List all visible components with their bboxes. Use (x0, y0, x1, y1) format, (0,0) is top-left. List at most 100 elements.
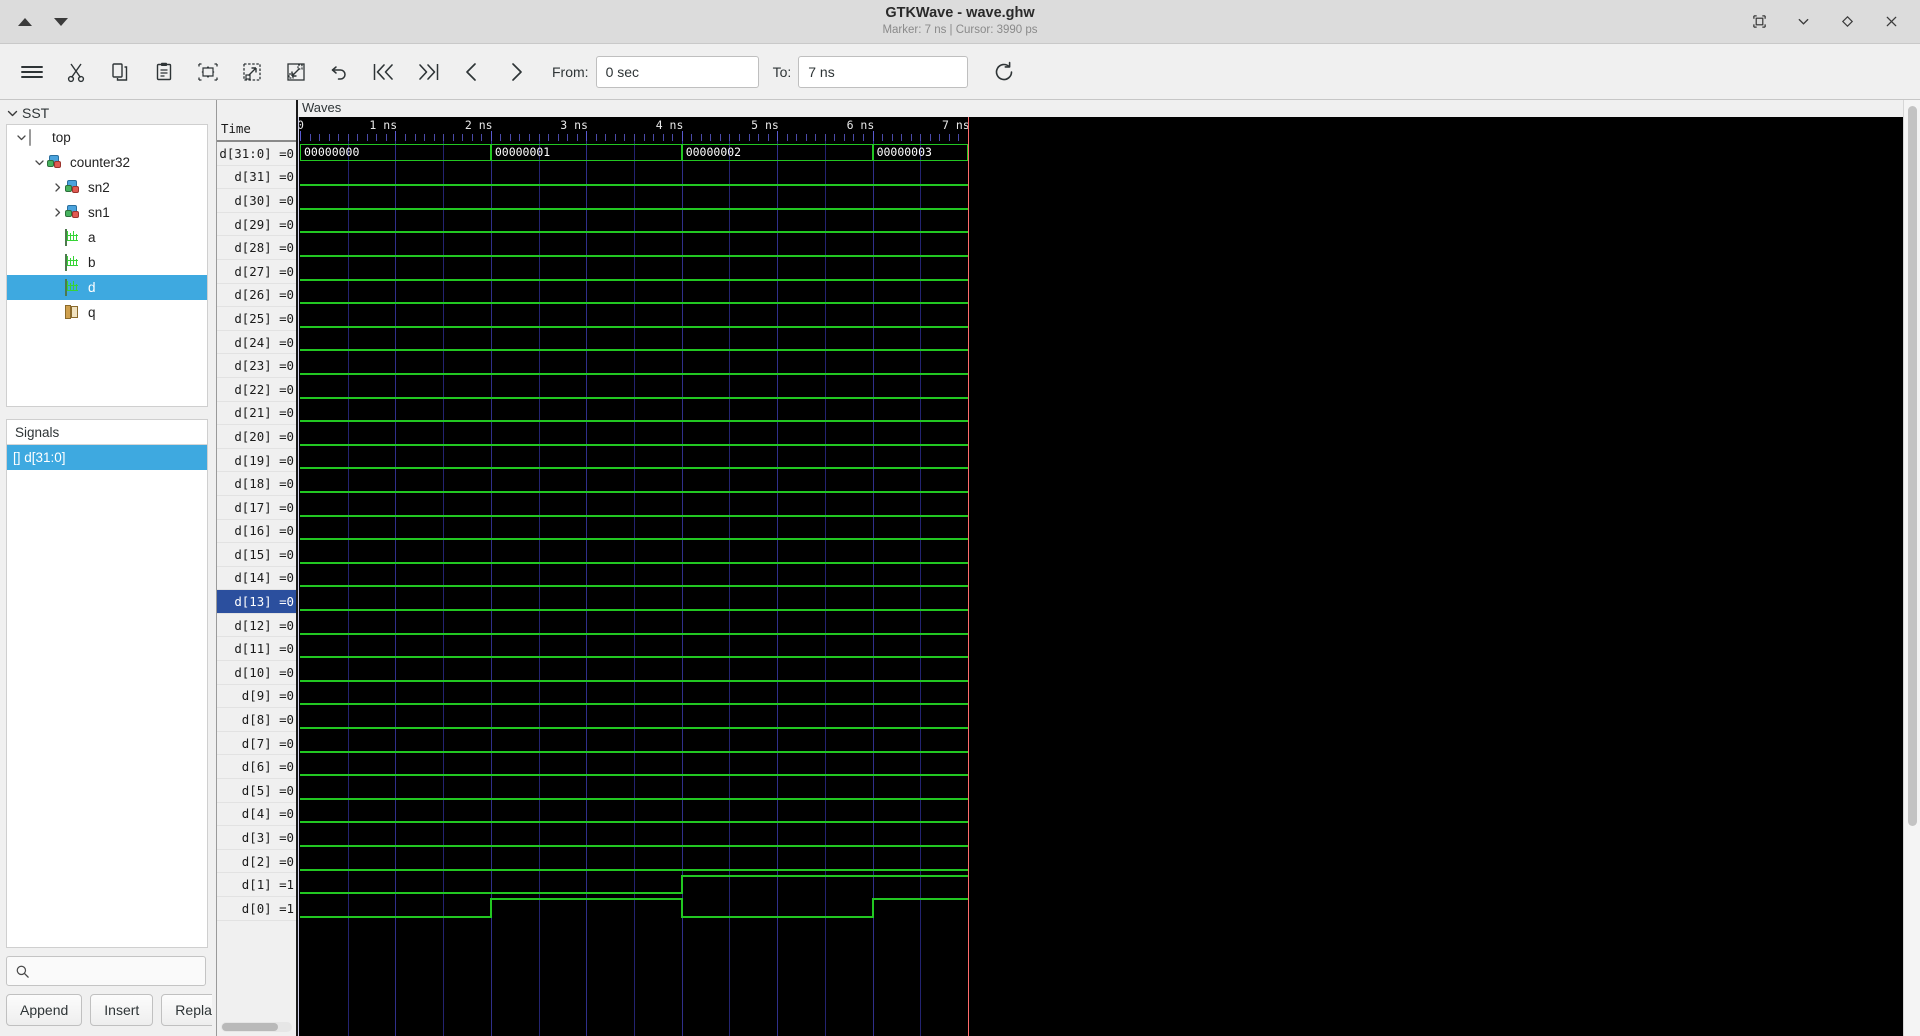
signal-name-row[interactable]: d[28] =0 (217, 236, 296, 260)
signal-name-row[interactable]: d[23] =0 (217, 354, 296, 378)
wave-row-d[26][interactable] (298, 283, 1920, 307)
wave-row-d[16][interactable] (298, 519, 1920, 543)
signal-name-row[interactable]: d[15] =0 (217, 543, 296, 567)
signal-name-row[interactable]: d[9] =0 (217, 685, 296, 709)
signal-name-row[interactable]: d[22] =0 (217, 378, 296, 402)
signal-name-row[interactable]: d[24] =0 (217, 331, 296, 355)
wave-row-d[0][interactable] (298, 896, 1920, 920)
signal-name-rows[interactable]: d[31:0] =0 d[31] =0 d[30] =0 d[29] =0 d[28] … (217, 141, 296, 1020)
sst-tree[interactable]: top counter32 sn2 sn1 a b d q (6, 124, 208, 407)
signal-name-row[interactable]: d[13] =0 (217, 590, 296, 614)
wave-row-d[1][interactable] (298, 873, 1920, 897)
signal-name-row[interactable]: d[25] =0 (217, 307, 296, 331)
wave-row-d[27][interactable] (298, 259, 1920, 283)
wave-row-d[15][interactable] (298, 542, 1920, 566)
next-edge-icon[interactable] (494, 52, 538, 92)
zoom-out-icon[interactable] (230, 52, 274, 92)
signal-name-row[interactable]: d[20] =0 (217, 425, 296, 449)
signal-name-row[interactable]: d[6] =0 (217, 755, 296, 780)
sst-tree-item-b[interactable]: b (7, 250, 207, 275)
sst-header[interactable]: SST (0, 100, 212, 124)
to-input[interactable]: 7 ns (798, 55, 969, 88)
signal-name-row[interactable]: d[30] =0 (217, 189, 296, 213)
wave-row-d[31][interactable] (298, 165, 1920, 189)
sst-tree-item-a[interactable]: a (7, 225, 207, 250)
insert-button[interactable]: Insert (90, 994, 154, 1026)
signal-name-row[interactable]: d[16] =0 (217, 520, 296, 544)
wave-row-d[7][interactable] (298, 731, 1920, 755)
chevron-right-icon[interactable] (49, 182, 65, 193)
sst-tree-item-sn2[interactable]: sn2 (7, 175, 207, 200)
signal-name-row[interactable]: d[31:0] =0 (217, 142, 296, 166)
signal-name-row[interactable]: d[21] =0 (217, 402, 296, 426)
wave-vertical-scrollbar[interactable] (1903, 100, 1920, 1036)
signal-name-row[interactable]: d[26] =0 (217, 284, 296, 308)
wave-row-d[24][interactable] (298, 330, 1920, 354)
go-end-icon[interactable] (406, 52, 450, 92)
from-input[interactable]: 0 sec (595, 55, 759, 88)
wave-row-d[28][interactable] (298, 235, 1920, 259)
wave-row-d[12][interactable] (298, 613, 1920, 637)
signal-name-row[interactable]: d[18] =0 (217, 472, 296, 496)
wave-row-d[10][interactable] (298, 660, 1920, 684)
signal-name-row[interactable]: d[4] =0 (217, 803, 296, 827)
wave-row-d[6][interactable] (298, 755, 1920, 779)
time-ruler[interactable]: 01 ns 2 ns 3 ns 4 ns 5 ns 6 ns 7 ns (298, 117, 1920, 141)
append-button[interactable]: Append (6, 994, 83, 1026)
signal-name-row[interactable]: d[14] =0 (217, 567, 296, 591)
undo-icon[interactable] (318, 52, 362, 92)
signal-name-row[interactable]: d[19] =0 (217, 449, 296, 473)
close-icon[interactable] (1882, 13, 1900, 31)
sst-tree-item-top[interactable]: top (7, 125, 207, 150)
signal-name-row[interactable]: d[11] =0 (217, 637, 296, 662)
chevron-down-icon[interactable] (13, 132, 29, 143)
signal-name-row[interactable]: d[3] =0 (217, 826, 296, 850)
wave-row-d[20][interactable] (298, 424, 1920, 448)
scroll-up-icon[interactable] (18, 17, 32, 26)
wave-row-d[2][interactable] (298, 849, 1920, 873)
wave-row-d[23][interactable] (298, 353, 1920, 377)
wave-vscroll-thumb[interactable] (1908, 106, 1917, 826)
reload-icon[interactable] (982, 52, 1026, 92)
wave-row-d[17][interactable] (298, 495, 1920, 519)
wave-row-d[31:0][interactable]: 00000000 00000001 00000002 00000003 (298, 141, 1920, 165)
wave-row-d[11][interactable] (298, 637, 1920, 661)
prev-edge-icon[interactable] (450, 52, 494, 92)
wave-row-d[29][interactable] (298, 212, 1920, 236)
signal-name-row[interactable]: d[0] =1 (217, 897, 296, 921)
signal-name-row[interactable]: d[29] =0 (217, 213, 296, 237)
wave-row-d[14][interactable] (298, 566, 1920, 590)
signal-list-item[interactable]: [] d[31:0] (7, 445, 207, 470)
signal-name-row[interactable]: d[27] =0 (217, 260, 296, 284)
wave-row-d[19][interactable] (298, 448, 1920, 472)
minimize-icon[interactable] (1794, 13, 1812, 31)
chevron-down-icon[interactable] (31, 157, 47, 168)
paste-icon[interactable] (142, 52, 186, 92)
sst-tree-item-counter32[interactable]: counter32 (7, 150, 207, 175)
wave-row-d[30][interactable] (298, 188, 1920, 212)
wave-row-d[8][interactable] (298, 707, 1920, 731)
signal-name-row[interactable]: d[2] =0 (217, 850, 296, 874)
signal-name-row[interactable]: d[17] =0 (217, 496, 296, 520)
wave-row-d[18][interactable] (298, 471, 1920, 495)
menu-icon[interactable] (10, 52, 54, 92)
signal-name-row[interactable]: d[31] =0 (217, 166, 296, 190)
search-field[interactable] (6, 956, 206, 986)
wave-canvas[interactable]: 01 ns 2 ns 3 ns 4 ns 5 ns 6 ns 7 ns 00000000 00… (298, 117, 1920, 1036)
names-scroll-track[interactable] (221, 1022, 292, 1032)
signal-name-row[interactable]: d[7] =0 (217, 732, 296, 756)
copy-icon[interactable] (98, 52, 142, 92)
wave-row-d[3][interactable] (298, 825, 1920, 849)
signal-name-row[interactable]: d[5] =0 (217, 779, 296, 803)
wave-row-d[21][interactable] (298, 401, 1920, 425)
wave-row-d[5][interactable] (298, 778, 1920, 802)
sst-tree-item-q[interactable]: q (7, 300, 207, 325)
go-start-icon[interactable] (362, 52, 406, 92)
names-scroll-thumb[interactable] (222, 1023, 278, 1031)
wave-row-d[22][interactable] (298, 377, 1920, 401)
signal-name-row[interactable]: d[8] =0 (217, 708, 296, 732)
wave-row-d[25][interactable] (298, 306, 1920, 330)
signal-name-row[interactable]: d[12] =0 (217, 614, 296, 638)
signal-name-row[interactable]: d[10] =0 (217, 661, 296, 685)
wave-row-d[9][interactable] (298, 684, 1920, 708)
